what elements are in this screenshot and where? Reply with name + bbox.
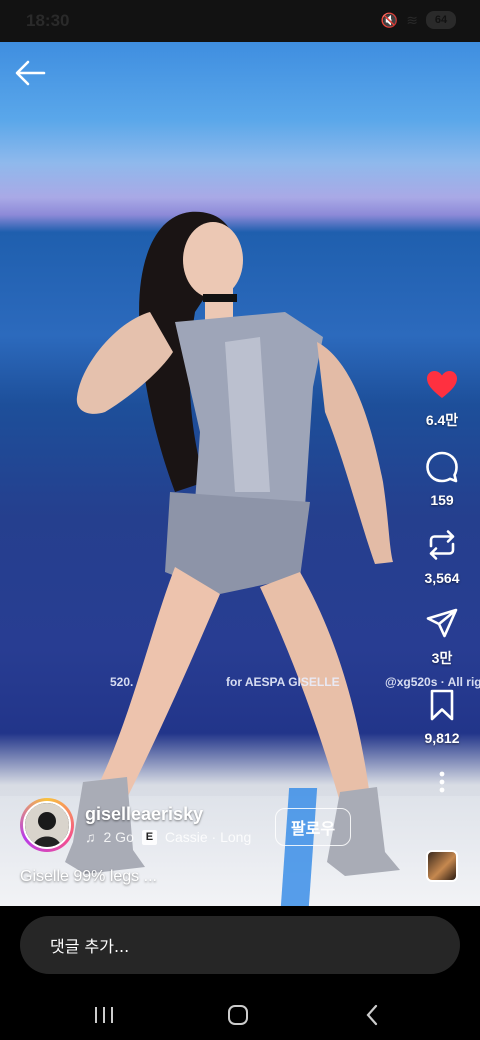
recent-apps-button[interactable] [84,998,124,1032]
share-count: 3만 [431,650,453,666]
home-icon [228,1005,248,1025]
watermark-text: for AESPA GISELLE [226,675,340,689]
explicit-badge: E [141,829,157,845]
repost-count: 3,564 [424,570,460,586]
repeat-icon [429,530,455,560]
avatar-image [23,801,71,849]
save-count: 9,812 [424,730,460,746]
arrow-left-icon[interactable] [14,60,46,86]
audio-info[interactable]: ♫ 2 Go E Cassie · Long [85,829,251,845]
back-nav-button[interactable] [352,998,392,1032]
bookmark-icon [430,689,454,721]
performer-figure [65,211,400,876]
username[interactable]: giselleaerisky [85,804,203,825]
follow-button[interactable]: 팔로우 [275,808,351,846]
more-vertical-icon[interactable] [438,770,446,794]
status-icons: 🔇 ≋ 64 [381,11,456,29]
status-bar: 18:30 🔇 ≋ 64 [0,0,480,42]
caption[interactable]: Giselle 99% legs ... [20,868,157,886]
mute-icon: 🔇 [380,11,399,28]
repost-button[interactable]: 3,564 [412,528,472,586]
system-nav-bar [0,990,480,1040]
heart-icon [427,371,457,398]
status-time: 18:30 [26,11,70,30]
wifi-icon: ≋ [406,11,418,28]
home-button[interactable] [218,998,258,1032]
battery-icon: 64 [426,11,456,29]
like-button[interactable]: 6.4만 [412,368,472,430]
watermark-logo: 520. [110,675,134,689]
comment-input[interactable]: 댓글 추가... [20,916,460,974]
audio-thumbnail[interactable] [426,850,458,882]
audio-title: 2 Go [103,829,134,845]
recents-icon [95,1007,113,1023]
comment-button[interactable]: 159 [412,450,472,508]
chevron-left-icon [366,1004,378,1026]
comment-area: 댓글 추가... [0,906,480,990]
save-button[interactable]: 9,812 [412,688,472,746]
action-rail: 6.4만 159 3,564 3만 9,812 [412,368,472,794]
music-note-icon: ♫ [85,829,96,845]
video-player[interactable]: 520. for AESPA GISELLE @xg520s · All rig… [0,42,480,906]
paper-plane-icon [426,608,458,638]
share-button[interactable]: 3만 [412,606,472,668]
like-count: 6.4만 [425,412,459,428]
speech-bubble-icon [426,451,458,483]
avatar[interactable] [20,798,74,852]
comment-count: 159 [430,492,454,508]
audio-track: Cassie · Long [164,829,252,845]
